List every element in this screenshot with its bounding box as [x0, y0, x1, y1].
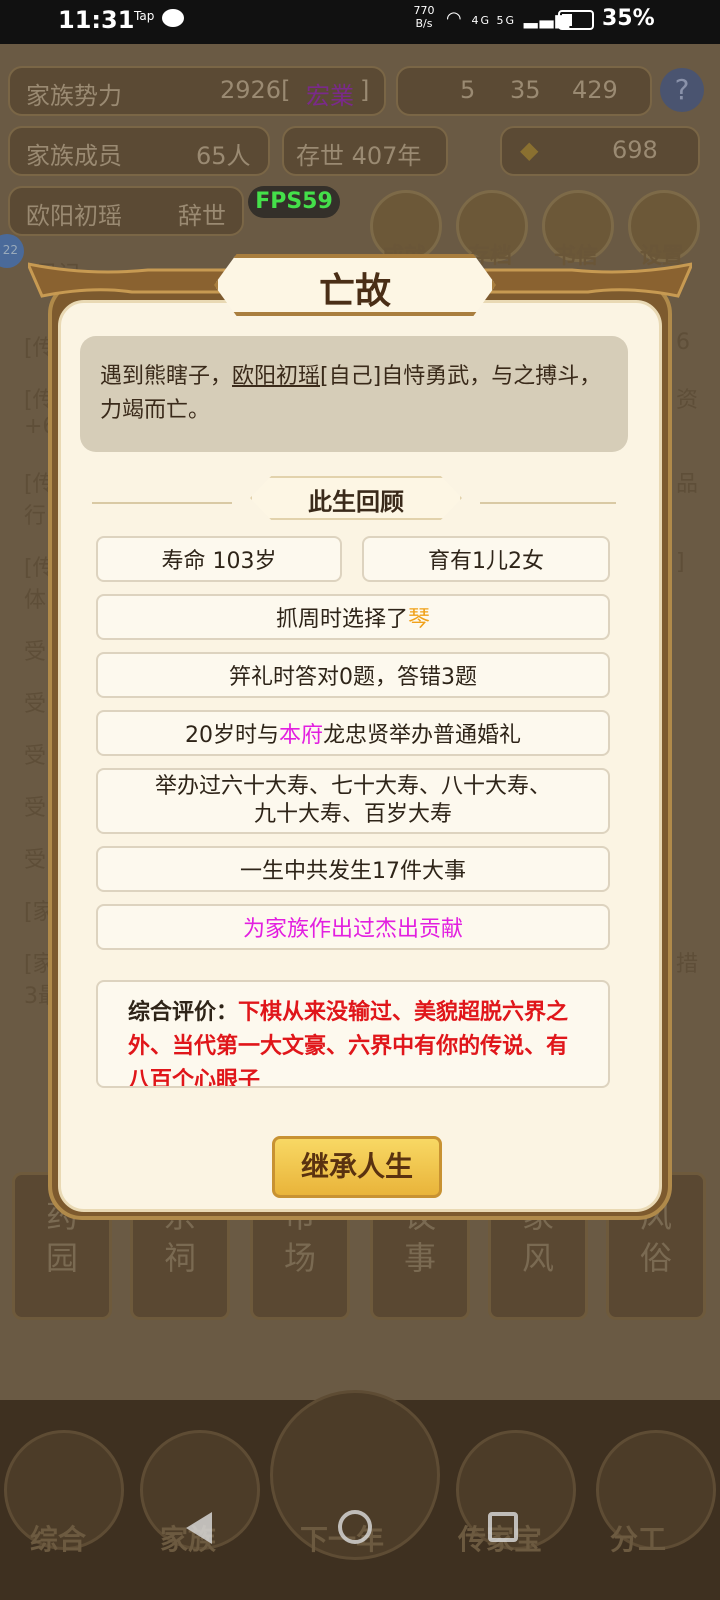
family-members-panel[interactable]: 家族成员 65人 — [8, 126, 270, 176]
jili-row: 笄礼时答对0题，答错3题 — [96, 652, 610, 698]
lifespan-row: 寿命 103岁 — [96, 536, 342, 582]
family-members-label: 家族成员 — [26, 142, 122, 170]
eval-separator: 、 — [326, 1034, 349, 1059]
years-value: 存世 407年 — [296, 142, 422, 170]
marriage-row: 20岁时与 本府 龙忠贤举办普通婚礼 — [96, 710, 610, 756]
log-item-right: 措 — [676, 952, 699, 977]
events-row: 一生中共发生17件大事 — [96, 846, 610, 892]
resource-a-value: 5 — [460, 76, 476, 104]
tab-division[interactable]: 分工 — [610, 1518, 666, 1558]
resources-panel: 5 35 429 — [396, 66, 652, 116]
family-power-panel[interactable]: 家族势力 2926[ 宏業 ] — [8, 66, 386, 116]
birthdays-row: 举办过六十大寿、七十大寿、八十大寿、 九十大寿、百岁大寿 — [96, 768, 610, 834]
birthdays-line1: 举办过六十大寿、七十大寿、八十大寿、 — [154, 774, 551, 799]
eval-separator: 、 — [392, 1000, 415, 1025]
deceased-name[interactable]: 欧阳初瑶 — [232, 364, 320, 389]
network-speed: 770 B/s — [410, 4, 438, 30]
family-power-tag: 宏業 — [306, 82, 354, 110]
log-item: 行 — [24, 504, 47, 529]
network-speed-value: 770 — [413, 4, 435, 17]
help-icon[interactable]: ? — [660, 68, 704, 112]
children-row: 育有1儿2女 — [362, 536, 610, 582]
tab-general[interactable]: 综合 — [30, 1518, 86, 1558]
player-status: 辞世 — [178, 202, 226, 230]
status-tap-label: Tap — [134, 9, 155, 23]
log-item-right: 资 — [676, 388, 699, 413]
overall-evaluation[interactable]: 综合评价：下棋从来没输过、美貌超脱六界之外、当代第一大文豪、六界中有你的传说、有… — [96, 980, 610, 1088]
battery-icon — [558, 10, 594, 30]
family-power-value: 2926[ — [220, 76, 291, 104]
player-panel[interactable]: 欧阳初瑶 辞世 — [8, 186, 244, 236]
nav-back-icon[interactable] — [186, 1512, 212, 1544]
children-text: 育有1儿2女 — [428, 549, 544, 574]
log-item: 体 — [24, 588, 47, 613]
eval-separator: 、 — [524, 1034, 547, 1059]
log-item: 受 — [24, 796, 47, 821]
marriage-place: 本府 — [278, 723, 323, 748]
family-power-close: ] — [360, 76, 370, 104]
log-item-right: ] — [676, 550, 685, 575]
resource-c-value: 429 — [572, 76, 618, 104]
eval-trait: 下棋从来没输过 — [238, 1000, 393, 1025]
zhuazhou-text: 抓周时选择了 — [275, 607, 408, 632]
events-text: 一生中共发生17件大事 — [240, 859, 466, 884]
section-divider-right — [480, 502, 616, 504]
log-item-right: 品 — [676, 472, 699, 497]
jili-text: 笄礼时答对0题，答错3题 — [229, 665, 477, 690]
eval-separator: 、 — [150, 1034, 173, 1059]
log-item: 受 — [24, 692, 47, 717]
network-type: 4G 5G — [471, 14, 516, 27]
fps-counter: FPS59 — [248, 186, 340, 218]
contribution-row: 为家族作出过杰出贡献 — [96, 904, 610, 950]
nav-home-icon[interactable] — [338, 1510, 372, 1544]
lifespan-text: 寿命 103岁 — [161, 549, 277, 574]
zhuazhou-item: 琴 — [408, 607, 431, 632]
log-item: 受 — [24, 640, 47, 665]
eval-trait: 当代第一大文豪 — [172, 1034, 327, 1059]
zhuazhou-row: 抓周时选择了琴 — [96, 594, 610, 640]
gold-value: 698 — [612, 136, 658, 164]
inherit-life-button[interactable]: 继承人生 — [272, 1136, 442, 1198]
death-description: 遇到熊瞎子，欧阳初瑶[自己]自恃勇武，与之搏斗，力竭而亡。 — [80, 336, 628, 452]
family-power-label: 家族势力 — [26, 82, 122, 110]
marriage-text-post: 龙忠贤举办普通婚礼 — [323, 723, 522, 748]
years-panel: 存世 407年 — [282, 126, 448, 176]
review-title: 此生回顾 — [308, 488, 404, 516]
network-speed-unit: B/s — [415, 17, 433, 30]
death-text-pre: 遇到熊瞎子， — [100, 364, 233, 389]
eval-label: 综合评价： — [128, 1000, 239, 1025]
wifi-icon: ◠ — [446, 8, 464, 29]
battery-percent: 35% — [602, 6, 655, 31]
log-item: 受 — [24, 848, 47, 873]
birthdays-line2: 九十大寿、百岁大寿 — [253, 802, 452, 827]
log-item-right: 6 — [676, 330, 690, 355]
chat-notification-icon — [162, 9, 184, 27]
gold-ingot-icon: ◆ — [520, 136, 539, 164]
player-name: 欧阳初瑶 — [26, 202, 122, 230]
nav-recent-icon[interactable] — [488, 1512, 518, 1542]
log-item: 受 — [24, 744, 47, 769]
dialog-title: 亡故 — [318, 271, 391, 312]
marriage-text-pre: 20岁时与 — [184, 723, 279, 748]
eval-trait: 六界中有你的传说 — [348, 1034, 525, 1059]
family-members-value: 65人 — [196, 142, 251, 170]
signal-icons: ◠ 4G 5G ▂▃▅ — [446, 8, 571, 29]
resource-b-value: 35 — [510, 76, 541, 104]
contribution-text: 为家族作出过杰出贡献 — [242, 917, 463, 942]
section-divider-left — [92, 502, 232, 504]
status-time: 11:31 — [58, 6, 135, 34]
gold-panel[interactable]: ◆ 698 — [500, 126, 700, 176]
